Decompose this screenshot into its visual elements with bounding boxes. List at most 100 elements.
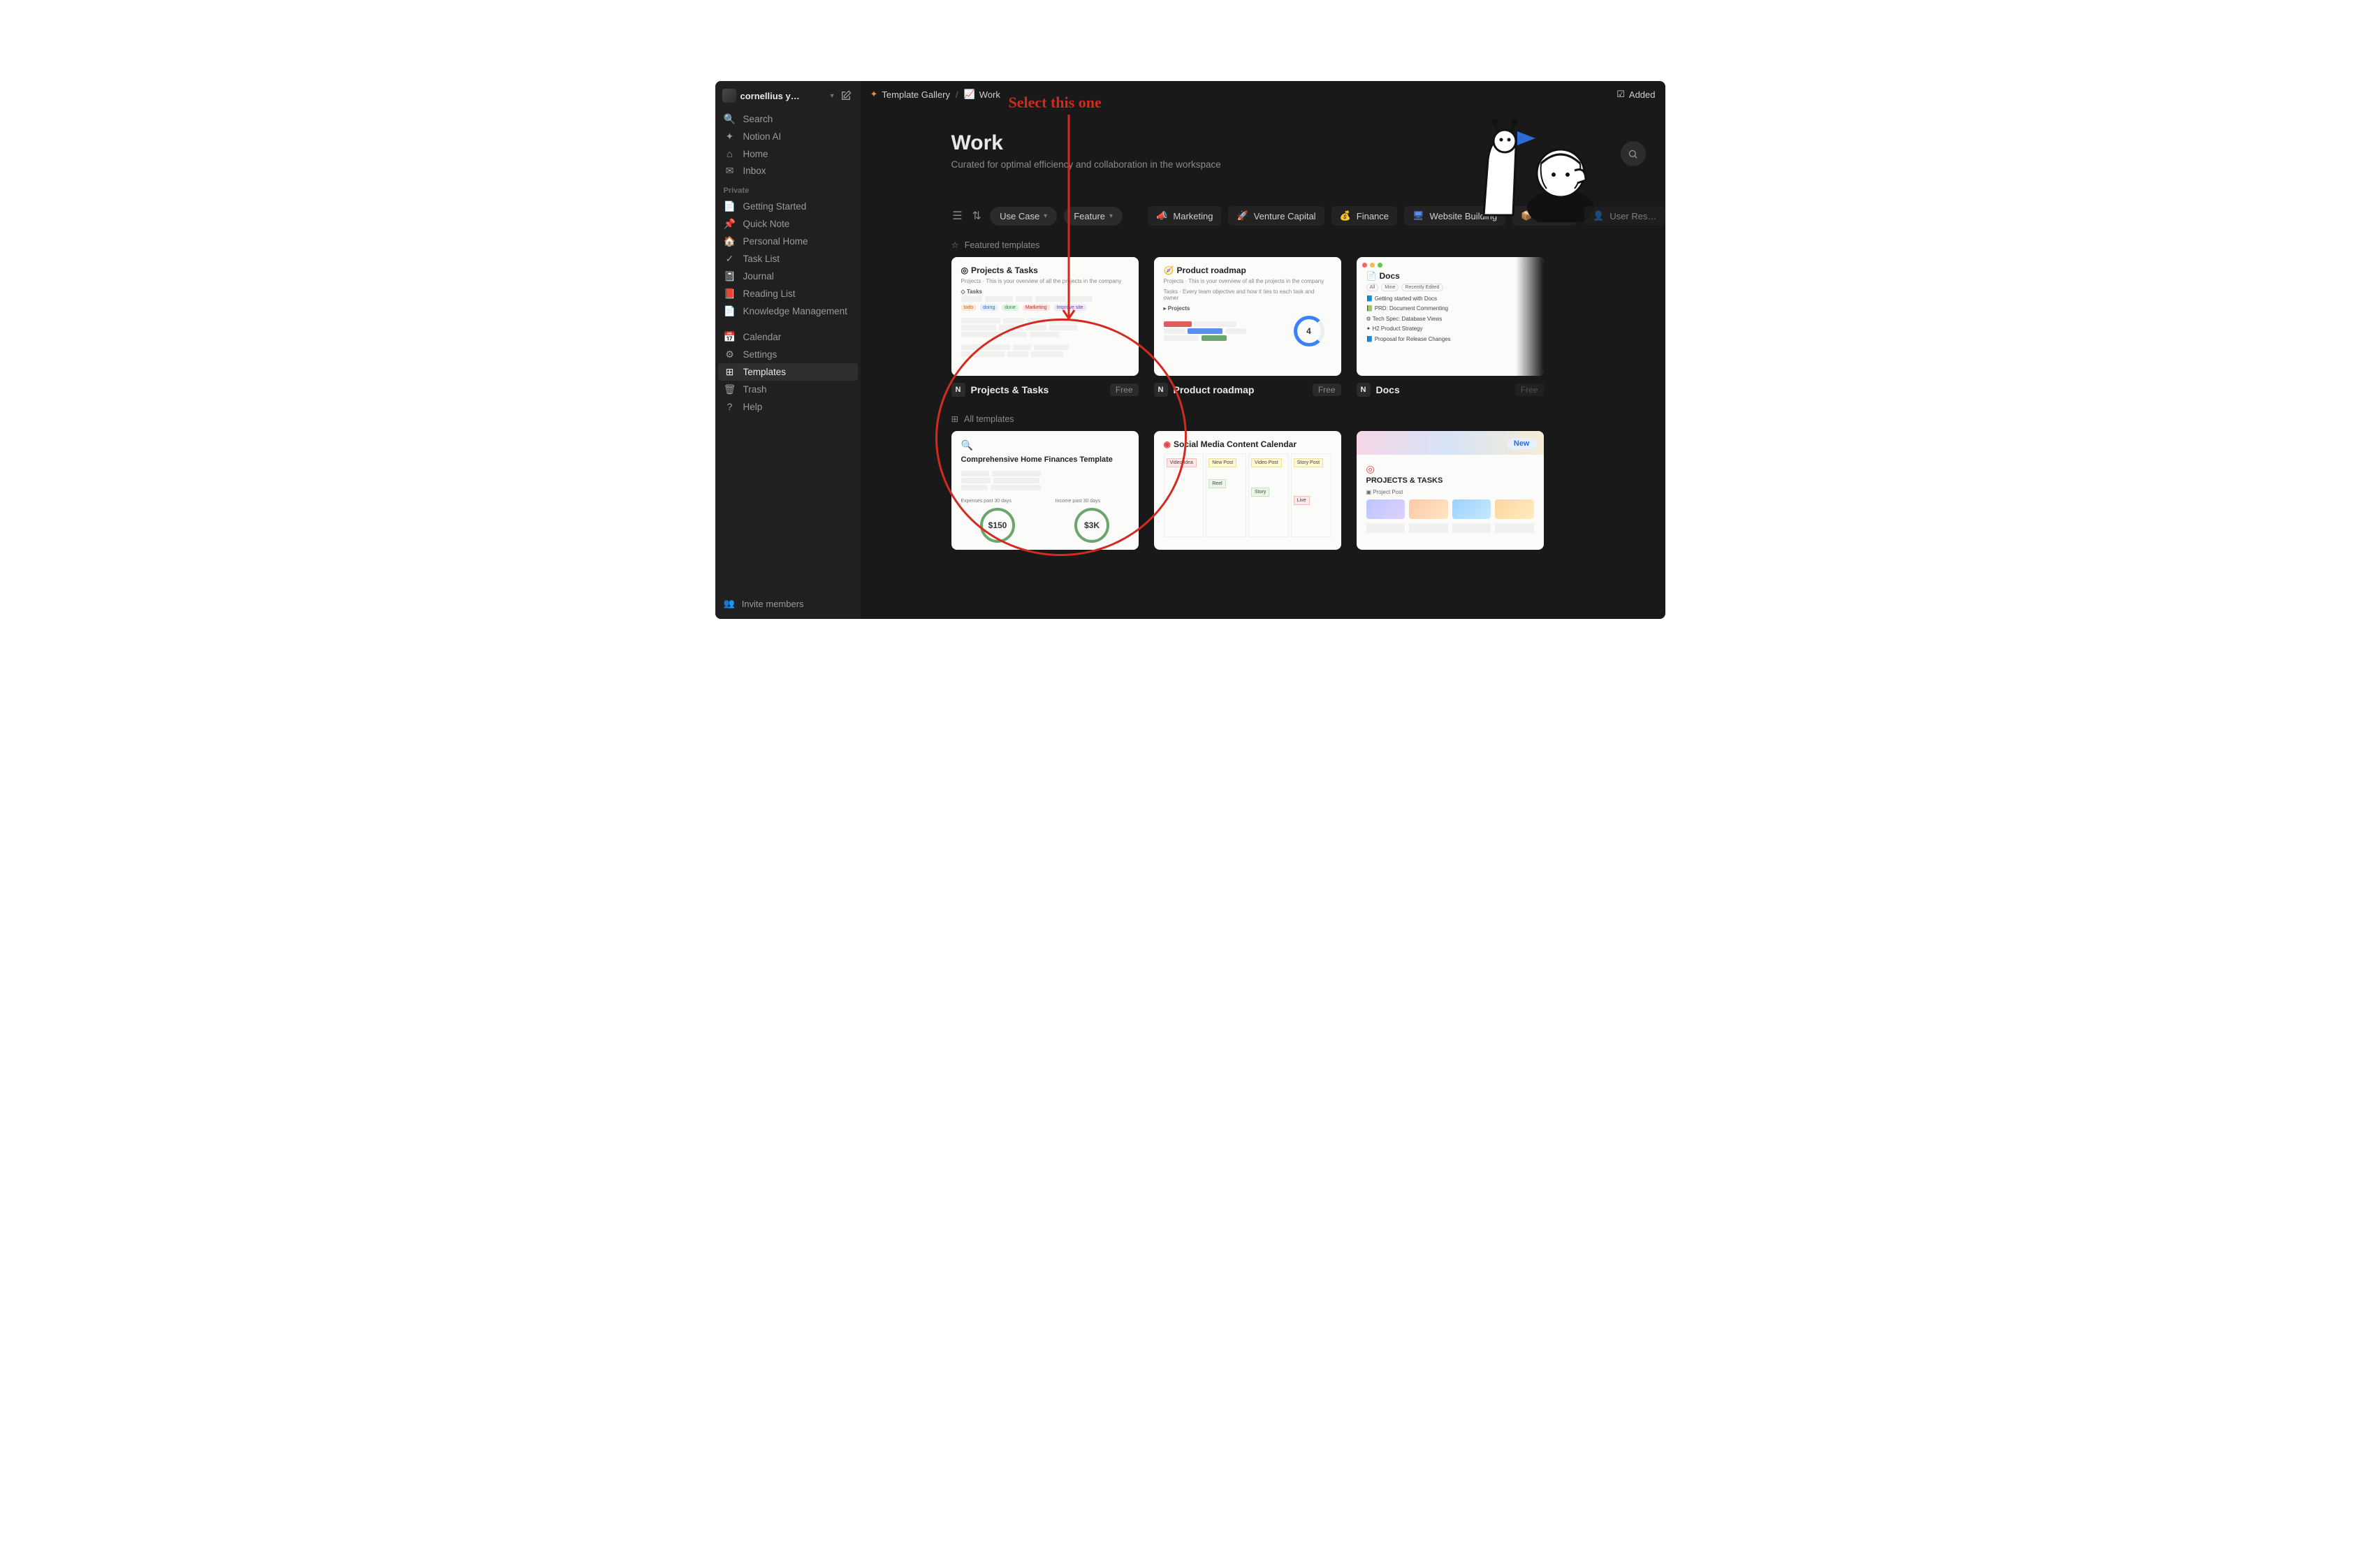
hero: Work Curated for optimal efficiency and …	[861, 108, 1665, 188]
book-icon: 📕	[724, 288, 736, 300]
sidebar-item-label: Knowledge Management	[743, 306, 847, 316]
sidebar-item-journal[interactable]: 📓Journal	[718, 268, 858, 285]
category-label: Venture Capital	[1254, 211, 1316, 221]
category-finance[interactable]: 💰Finance	[1331, 206, 1397, 226]
chevron-down-icon: ▾	[830, 92, 833, 100]
price-badge: Free	[1515, 384, 1544, 396]
section-heading: ⊞ All templates	[951, 414, 1646, 424]
sidebar-section-private: Private	[718, 180, 858, 198]
notion-icon: N	[1357, 383, 1371, 397]
main-content: ✦ Template Gallery / 📈 Work ☑ Added Work…	[861, 81, 1665, 619]
grid-icon: ⊞	[951, 414, 958, 424]
template-card-product-roadmap[interactable]: 🧭Product roadmap Projects · This is your…	[1154, 257, 1341, 397]
filter-label: Feature	[1074, 211, 1105, 221]
template-thumbnail: New ◎ PROJECTS & TASKS ▣ Project Post	[1357, 431, 1544, 550]
template-card-social-calendar[interactable]: ◉Social Media Content Calendar Video Ide…	[1154, 431, 1341, 550]
topbar: ✦ Template Gallery / 📈 Work ☑ Added	[861, 81, 1665, 108]
sidebar-item-notion-ai[interactable]: ✦Notion AI	[718, 128, 858, 145]
sidebar-item-label: Home	[743, 149, 768, 159]
filter-feature[interactable]: Feature ▾	[1064, 207, 1123, 226]
check-square-icon: ☑	[1616, 89, 1625, 100]
sidebar-item-label: Inbox	[743, 166, 766, 176]
sidebar-item-settings[interactable]: ⚙Settings	[718, 346, 858, 363]
template-thumbnail: ◉Social Media Content Calendar Video Ide…	[1154, 431, 1341, 550]
breadcrumb-label: Template Gallery	[882, 89, 950, 100]
breadcrumb-work[interactable]: 📈 Work	[964, 89, 1000, 100]
sidebar-item-label: Reading List	[743, 289, 796, 299]
sidebar-item-trash[interactable]: 🗑Trash	[718, 381, 858, 398]
sidebar-item-label: Templates	[743, 367, 787, 377]
template-card-docs[interactable]: 📄Docs All Mine Recently Edited 📘 Getting…	[1357, 257, 1544, 397]
sidebar-item-help[interactable]: ? Help	[718, 398, 858, 415]
template-thumbnail: ◎Projects & Tasks Projects · This is you…	[951, 257, 1139, 376]
section-heading-label: Featured templates	[965, 240, 1040, 250]
sidebar: cornellius y… ▾ 🔍Search ✦Notion AI ⌂ Home…	[715, 81, 861, 619]
sidebar-item-home[interactable]: ⌂ Home	[718, 145, 858, 162]
sidebar-item-label: Invite members	[742, 599, 804, 609]
page-icon: 📄	[724, 305, 736, 317]
sidebar-item-quick-note[interactable]: 📌Quick Note	[718, 215, 858, 233]
trash-icon: 🗑	[724, 384, 736, 395]
workspace-avatar	[722, 89, 736, 103]
chart-icon: 📈	[964, 89, 975, 100]
house-icon: 🏠	[724, 235, 736, 247]
filter-use-case[interactable]: Use Case▾	[990, 207, 1057, 226]
category-marketing[interactable]: 📣Marketing	[1148, 206, 1221, 226]
hero-search-button[interactable]	[1621, 141, 1646, 166]
people-icon: 👥	[724, 598, 735, 609]
template-card-projects-tasks-new[interactable]: New ◎ PROJECTS & TASKS ▣ Project Post	[1357, 431, 1544, 550]
calendar-icon: 📅	[724, 331, 736, 343]
rocket-icon: 🚀	[1236, 210, 1248, 221]
section-featured: ☆ Featured templates ◎Projects & Tasks P…	[951, 238, 1646, 567]
category-venture-capital[interactable]: 🚀 Venture Capital	[1228, 206, 1324, 226]
sidebar-item-label: Search	[743, 114, 773, 124]
sidebar-item-label: Journal	[743, 271, 774, 282]
template-title: Product roadmap	[1174, 384, 1307, 395]
added-button[interactable]: ☑ Added	[1616, 89, 1655, 100]
category-user-research[interactable]: 👤 User Res…	[1584, 206, 1665, 226]
workspace-switcher[interactable]: cornellius y… ▾	[718, 85, 858, 106]
sort-icon-button[interactable]: ⇅	[970, 208, 983, 224]
sidebar-item-label: Getting Started	[743, 201, 807, 212]
added-label: Added	[1629, 89, 1656, 100]
sidebar-item-templates[interactable]: ⊞Templates	[718, 363, 858, 381]
invite-members-button[interactable]: 👥 Invite members	[718, 594, 858, 615]
template-thumbnail: 📄Docs All Mine Recently Edited 📘 Getting…	[1357, 257, 1544, 376]
sidebar-item-getting-started[interactable]: 📄 Getting Started	[718, 198, 858, 215]
section-heading: ☆ Featured templates	[951, 240, 1646, 250]
sidebar-item-knowledge-management[interactable]: 📄 Knowledge Management	[718, 302, 858, 320]
sidebar-item-personal-home[interactable]: 🏠 Personal Home	[718, 233, 858, 250]
help-icon: ?	[724, 401, 736, 412]
sidebar-item-inbox[interactable]: ✉ Inbox	[718, 162, 858, 180]
sidebar-item-label: Notion AI	[743, 131, 782, 142]
template-thumbnail: 🧭Product roadmap Projects · This is your…	[1154, 257, 1341, 376]
hero-illustration	[1463, 117, 1603, 222]
sidebar-item-search[interactable]: 🔍Search	[718, 110, 858, 128]
home-icon: ⌂	[724, 148, 736, 159]
template-thumbnail: 🔍 Comprehensive Home Finances Template E…	[951, 431, 1139, 550]
monitor-icon: 🖥	[1412, 210, 1424, 221]
sidebar-item-label: Settings	[743, 349, 777, 360]
user-icon: 👤	[1593, 210, 1604, 221]
chevron-down-icon: ▾	[1109, 212, 1113, 220]
price-badge: Free	[1110, 384, 1139, 396]
sidebar-item-label: Task List	[743, 254, 780, 264]
star-icon: ☆	[951, 240, 959, 250]
sidebar-item-label: Calendar	[743, 332, 782, 342]
price-badge: Free	[1313, 384, 1341, 396]
sidebar-item-calendar[interactable]: 📅 Calendar	[718, 328, 858, 346]
breadcrumb-gallery[interactable]: ✦ Template Gallery	[870, 89, 950, 100]
sidebar-item-task-list[interactable]: ✓Task List	[718, 250, 858, 268]
sidebar-item-label: Help	[743, 402, 763, 412]
sidebar-item-reading-list[interactable]: 📕 Reading List	[718, 285, 858, 302]
category-label: Finance	[1357, 211, 1389, 221]
category-label: User Res…	[1609, 211, 1656, 221]
template-card-projects-tasks[interactable]: ◎Projects & Tasks Projects · This is you…	[951, 257, 1139, 397]
template-card-home-finances[interactable]: 🔍 Comprehensive Home Finances Template E…	[951, 431, 1139, 550]
new-page-button[interactable]	[838, 88, 854, 103]
inbox-icon: ✉	[724, 165, 736, 177]
page-icon: 📄	[724, 200, 736, 212]
filter-label: Use Case	[1000, 211, 1039, 221]
sidebar-item-label: Personal Home	[743, 236, 808, 247]
filter-icon-button[interactable]: ☰	[951, 208, 964, 224]
